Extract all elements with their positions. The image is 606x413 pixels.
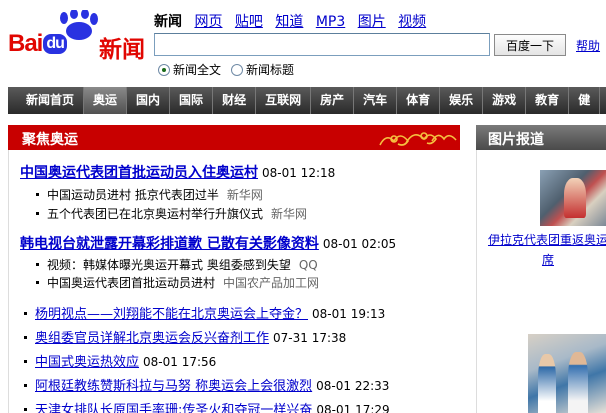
channel-auto[interactable]: 汽车 <box>354 87 398 114</box>
photo-section-title: 图片报道 <box>488 132 544 148</box>
news-item-time: 08-01 19:13 <box>312 307 386 321</box>
search-button[interactable]: 百度一下 <box>494 34 566 56</box>
channel-finance[interactable]: 财经 <box>213 87 257 114</box>
news-item-link[interactable]: 杨明视点——刘翔能不能在北京奥运会上夺金？ <box>35 307 308 322</box>
photo-caption-link[interactable]: 伊拉克代表团重返奥运席 <box>486 230 606 270</box>
brand-wordmark: Bai du <box>8 30 67 58</box>
bullet-icon <box>36 281 39 284</box>
channel-home[interactable]: 新闻首页 <box>8 87 85 114</box>
list-item: 中国运动员进村 抵京代表团过半 新华网 <box>36 186 263 203</box>
nav-item-zhidao[interactable]: 知道 <box>275 14 303 30</box>
channel-sports[interactable]: 体育 <box>397 87 441 114</box>
bullet-icon <box>36 212 39 215</box>
photo-figure <box>538 354 556 413</box>
photo-figure <box>568 352 588 413</box>
sub-item-title[interactable]: 五个代表团已在北京奥运村举行升旗仪式 <box>47 207 263 221</box>
bullet-icon <box>24 312 27 315</box>
search-scope-options: 新闻全文 新闻标题 <box>158 61 304 78</box>
search-input[interactable] <box>154 33 490 56</box>
channel-entertainment[interactable]: 娱乐 <box>440 87 484 114</box>
sub-item-source: 新华网 <box>226 188 263 202</box>
bullet-icon <box>24 336 27 339</box>
nav-item-tieba[interactable]: 贴吧 <box>235 14 263 30</box>
list-item: 阿根廷教练赞斯科拉与马努 称奥运会上会很激烈 08-01 22:33 <box>24 375 389 394</box>
list-item: 奥组委官员详解北京奥运会反兴奋剂工作 07-31 17:38 <box>24 327 346 346</box>
radio-fulltext-label[interactable]: 新闻全文 <box>173 61 221 78</box>
sub-item-title[interactable]: 中国运动员进村 抵京代表团过半 <box>47 188 219 202</box>
sub-item-source: QQ <box>298 258 318 272</box>
channel-domestic[interactable]: 国内 <box>127 87 171 114</box>
news-item-link[interactable]: 奥组委官员详解北京奥运会反兴奋剂工作 <box>35 331 269 346</box>
list-item: 中国奥运代表团首批运动员进村 中国农产品加工网 <box>36 274 319 291</box>
list-item: 杨明视点——刘翔能不能在北京奥运会上夺金？ 08-01 19:13 <box>24 303 385 322</box>
headline-2: 韩电视台就泄露开幕彩排道歉 已散有关影像资料 08-01 02:05 <box>20 233 396 253</box>
bullet-icon <box>36 193 39 196</box>
focus-section-header: 聚焦奥运 <box>8 125 460 150</box>
news-item-time: 08-01 17:29 <box>316 403 390 413</box>
headline-2-link[interactable]: 韩电视台就泄露开幕彩排道歉 已散有关影像资料 <box>20 236 319 252</box>
news-item-time: 07-31 17:38 <box>273 331 347 345</box>
baidu-news-logo[interactable]: Bai du 新闻 <box>8 10 148 63</box>
sub-item-title[interactable]: 中国奥运代表团首批运动员进村 <box>47 276 215 290</box>
headline-1: 中国奥运代表团首批运动员入住奥运村 08-01 12:18 <box>20 162 335 182</box>
channel-realestate[interactable]: 房产 <box>311 87 355 114</box>
radio-fulltext[interactable] <box>158 63 170 76</box>
radio-title[interactable] <box>231 63 244 76</box>
bullet-icon <box>36 263 39 266</box>
photo-figure <box>564 178 586 218</box>
channel-international[interactable]: 国际 <box>170 87 214 114</box>
bullet-icon <box>24 360 27 363</box>
news-item-link[interactable]: 中国式奥运热效应 <box>35 355 139 370</box>
list-item: 天津女排队长原国手率珊:传圣火和夺冠一样兴奋 08-01 17:29 <box>24 399 390 413</box>
cloud-pattern-icon <box>379 132 457 146</box>
headline-1-link[interactable]: 中国奥运代表团首批运动员入住奥运村 <box>20 165 258 181</box>
help-link[interactable]: 帮助 <box>576 37 600 54</box>
list-item: 五个代表团已在北京奥运村举行升旗仪式 新华网 <box>36 205 307 222</box>
radio-title-label[interactable]: 新闻标题 <box>246 61 294 78</box>
bullet-icon <box>24 384 27 387</box>
product-nav: 新闻 网页 贴吧 知道 MP3 图片 视频 <box>154 11 434 30</box>
headline-2-time: 08-01 02:05 <box>322 237 397 251</box>
nav-item-video[interactable]: 视频 <box>398 14 426 30</box>
channel-olympics[interactable]: 奥运 <box>84 87 128 114</box>
channel-internet[interactable]: 互联网 <box>256 87 312 114</box>
bullet-icon <box>24 408 27 411</box>
photo-section-header: 图片报道 <box>476 125 606 150</box>
channel-health[interactable]: 健 <box>569 87 601 114</box>
list-item: 视频：韩媒体曝光奥运开幕式 奥组委感到失望 QQ <box>36 256 318 273</box>
sub-item-source: 新华网 <box>271 207 308 221</box>
nav-item-news[interactable]: 新闻 <box>154 14 182 30</box>
nav-item-images[interactable]: 图片 <box>358 14 386 30</box>
sub-item-source: 中国农产品加工网 <box>223 276 320 290</box>
news-item-time: 08-01 17:56 <box>143 355 217 369</box>
news-item-time: 08-01 22:33 <box>316 379 390 393</box>
focus-section-title: 聚焦奥运 <box>22 132 78 148</box>
news-item-link[interactable]: 天津女排队长原国手率珊:传圣火和夺冠一样兴奋 <box>35 403 312 413</box>
brand-news-label: 新闻 <box>99 37 145 63</box>
nav-item-web[interactable]: 网页 <box>194 14 222 30</box>
headline-1-time: 08-01 12:18 <box>262 166 336 180</box>
news-item-link[interactable]: 阿根廷教练赞斯科拉与马努 称奥运会上会很激烈 <box>35 379 312 394</box>
photo-athletes[interactable] <box>528 334 606 413</box>
photo-gymnast[interactable] <box>540 170 606 226</box>
list-item: 中国式奥运热效应 08-01 17:56 <box>24 351 216 370</box>
nav-item-mp3[interactable]: MP3 <box>316 14 345 30</box>
sub-item-title[interactable]: 视频：韩媒体曝光奥运开幕式 奥组委感到失望 <box>47 258 291 272</box>
channel-bar: 新闻首页 奥运 国内 国际 财经 互联网 房产 汽车 体育 娱乐 游戏 教育 健 <box>8 87 606 114</box>
channel-education[interactable]: 教育 <box>526 87 570 114</box>
channel-games[interactable]: 游戏 <box>483 87 527 114</box>
